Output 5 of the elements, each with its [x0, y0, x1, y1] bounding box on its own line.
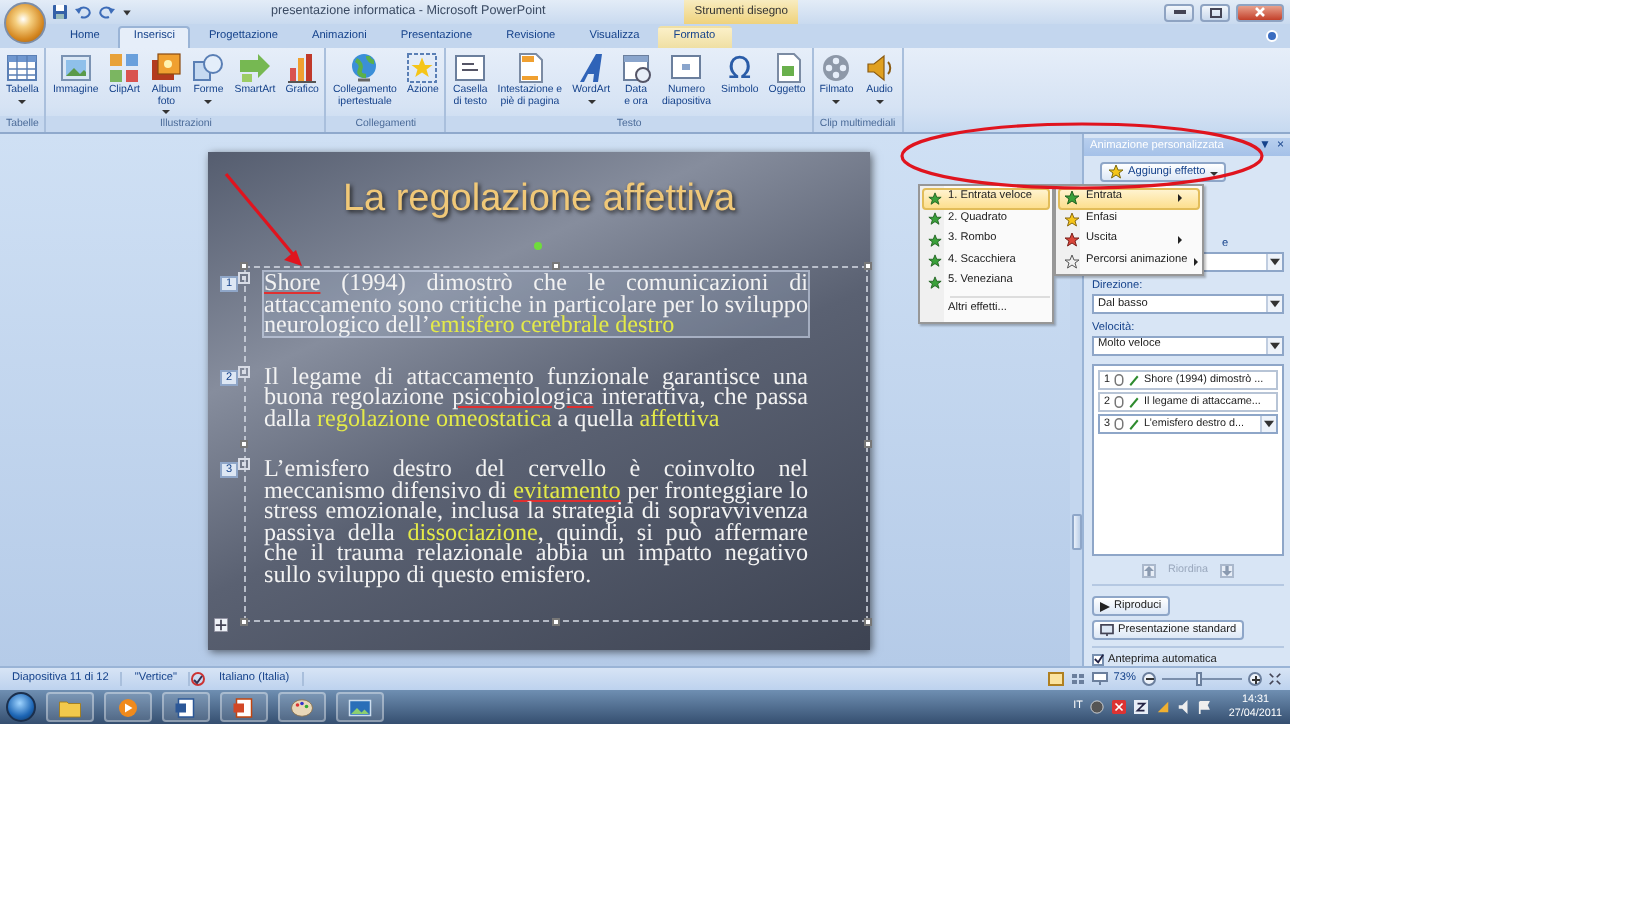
slide-paragraph: Shore (1994) dimostrò che le comunicazioni di attaccamento sono critiche in particolare per lo sviluppo neurologico dell’emisfero cerebrale destro: [264, 272, 808, 335]
slide-paragraph: L’emisfero destro del cervello è coinvolto nel meccanismo difensivo di evitamento per fronteggiare lo stress emozionale, inclusa la strategia di sopravvivenza passiva della dissociazione, quindi, si può affermare che il trauma relazionale abbia un impatto negativo sullo sviluppo di questo emisfero.: [264, 458, 808, 584]
slide-paragraph: Il legame di attaccamento funzionale garantisce una buona regolazione psicobiologica interattiva, che passa dalla regolazione omeostatica a quella affettiva: [264, 365, 808, 428]
slide-title: La regolazione affettiva: [342, 176, 736, 224]
symbol-icon: Ω: [728, 52, 752, 86]
